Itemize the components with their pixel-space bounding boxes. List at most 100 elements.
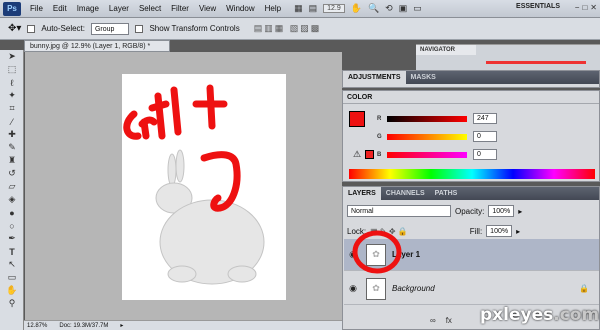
healing-brush-icon[interactable]: ✚ <box>0 128 24 141</box>
eraser-tool-icon[interactable]: ▱ <box>0 180 24 193</box>
menu-window[interactable]: Window <box>221 4 259 13</box>
zoom-tool-icon[interactable]: ⚲ <box>0 297 24 310</box>
screen-mode-icon[interactable]: ▭ <box>413 3 422 14</box>
layer-name[interactable]: Background <box>392 284 435 293</box>
green-value-input[interactable]: 0 <box>473 131 497 142</box>
gamut-warning-icon[interactable]: ⚠ <box>353 149 361 160</box>
status-arrow-icon[interactable]: ▸ <box>120 322 123 329</box>
history-brush-icon[interactable]: ↺ <box>0 167 24 180</box>
menu-file[interactable]: File <box>25 4 48 13</box>
tab-channels[interactable]: CHANNELS <box>381 187 430 200</box>
blur-tool-icon[interactable]: ● <box>0 206 24 219</box>
menu-select[interactable]: Select <box>134 4 166 13</box>
lasso-tool-icon[interactable]: ℓ <box>0 76 24 89</box>
blue-label: B <box>377 151 382 158</box>
tab-layers[interactable]: LAYERS <box>343 187 381 200</box>
grid-icon[interactable]: ▦ <box>294 3 303 14</box>
pen-tool-icon[interactable]: ✒ <box>0 232 24 245</box>
tab-adjustments[interactable]: ADJUSTMENTS <box>343 71 406 84</box>
red-label: R <box>377 115 382 122</box>
menu-filter[interactable]: Filter <box>166 4 194 13</box>
red-value-input[interactable]: 247 <box>473 113 497 124</box>
menu-layer[interactable]: Layer <box>104 4 134 13</box>
photoshop-logo: Ps <box>3 1 21 16</box>
layers-footer: ∞ fx <box>430 316 452 325</box>
link-layers-icon[interactable]: ∞ <box>430 316 436 325</box>
menu-image[interactable]: Image <box>72 4 104 13</box>
tab-paths[interactable]: PATHS <box>430 187 463 200</box>
transform-controls-checkbox[interactable] <box>135 24 144 33</box>
layer-lock-icon: 🔒 <box>579 284 589 293</box>
blend-mode-dropdown[interactable]: Normal <box>347 205 451 217</box>
blue-value-input[interactable]: 0 <box>473 149 497 160</box>
navigator-zoom-slider[interactable] <box>486 61 586 64</box>
fill-arrow-icon[interactable]: ▸ <box>516 227 520 236</box>
foreground-color-swatch[interactable] <box>349 111 365 127</box>
zoom-icon[interactable]: 🔍 <box>368 3 379 14</box>
zoom-level-select[interactable]: 12.9 <box>323 4 345 13</box>
eyedropper-icon[interactable]: ⁄ <box>0 115 24 128</box>
extras-icon[interactable]: ▤ <box>309 3 318 14</box>
document-tab[interactable]: bunny.jpg @ 12.9% (Layer 1, RGB/8) * <box>24 40 170 52</box>
magic-wand-icon[interactable]: ✦ <box>0 89 24 102</box>
stamp-tool-icon[interactable]: ♜ <box>0 154 24 167</box>
rotate-icon[interactable]: ⟲ <box>385 3 393 14</box>
maximize-icon[interactable]: □ <box>582 3 587 12</box>
arrange-icon[interactable]: ▣ <box>399 3 408 14</box>
opacity-input[interactable]: 100% <box>488 205 515 217</box>
auto-select-checkbox[interactable] <box>27 24 36 33</box>
menu-bar: Ps File Edit Image Layer Select Filter V… <box>0 0 600 18</box>
status-bar: 12.87% Doc: 19.3M/37.7M ▸ <box>24 320 342 330</box>
menu-edit[interactable]: Edit <box>48 4 72 13</box>
layer-thumbnail: ✿ <box>366 277 386 300</box>
opacity-label: Opacity: <box>455 206 485 216</box>
close-icon[interactable]: ✕ <box>590 3 597 12</box>
bunny-image <box>155 149 265 285</box>
dodge-tool-icon[interactable]: ○ <box>0 219 24 232</box>
color-panel: COLOR ⚠ R 247 G 0 B 0 <box>342 90 600 182</box>
layer-row-background[interactable]: ◉ ✿ Background 🔒 <box>344 273 599 305</box>
tab-navigator[interactable]: NAVIGATOR <box>416 45 476 55</box>
canvas-artwork <box>123 84 265 285</box>
transform-controls-label: Show Transform Controls <box>149 24 240 33</box>
fill-input[interactable]: 100% <box>486 225 513 237</box>
menu-help[interactable]: Help <box>260 4 286 13</box>
opacity-arrow-icon[interactable]: ▸ <box>518 207 522 216</box>
minimize-icon[interactable]: − <box>575 3 580 12</box>
tab-masks[interactable]: MASKS <box>406 71 441 84</box>
toolbox: ➤ ⬚ ℓ ✦ ⌗ ⁄ ✚ ✎ ♜ ↺ ▱ ◈ ● ○ ✒ T ↖ ▭ ✋ ⚲ <box>0 50 24 330</box>
move-tool-icon[interactable]: ➤ <box>0 50 24 63</box>
canvas[interactable] <box>122 74 286 300</box>
color-spectrum-bar[interactable] <box>349 169 595 179</box>
type-tool-icon[interactable]: T <box>0 245 24 258</box>
shape-tool-icon[interactable]: ▭ <box>0 271 24 284</box>
blue-slider[interactable] <box>387 151 467 158</box>
paint-bucket-icon[interactable]: ◈ <box>0 193 24 206</box>
red-slider[interactable] <box>387 115 467 122</box>
hand-icon[interactable]: ✋ <box>351 3 362 14</box>
crop-tool-icon[interactable]: ⌗ <box>0 102 24 115</box>
red-circle-annotation <box>352 230 402 274</box>
auto-select-label: Auto-Select: <box>41 24 85 33</box>
options-bar: ✥▾ Auto-Select: Group Show Transform Con… <box>0 18 600 40</box>
document-size: Doc: 19.3M/37.7M <box>59 322 109 329</box>
watermark: pxleyes.com <box>480 305 599 325</box>
path-select-icon[interactable]: ↖ <box>0 258 24 271</box>
brush-tool-icon[interactable]: ✎ <box>0 141 24 154</box>
hand-tool-icon[interactable]: ✋ <box>0 284 24 297</box>
visibility-eye-icon[interactable]: ◉ <box>344 283 362 294</box>
marquee-tool-icon[interactable]: ⬚ <box>0 63 24 76</box>
zoom-percentage[interactable]: 12.87% <box>27 323 47 329</box>
web-safe-swatch[interactable] <box>365 150 374 159</box>
watermark-suffix: .com <box>553 305 600 325</box>
menu-view[interactable]: View <box>194 4 221 13</box>
layer-style-icon[interactable]: fx <box>446 316 452 325</box>
green-label: G <box>377 133 382 140</box>
fill-label: Fill: <box>469 226 483 236</box>
align-icons[interactable]: ▤▥▦ ▧▨▩ <box>254 23 322 34</box>
color-panel-title[interactable]: COLOR <box>343 91 599 104</box>
green-slider[interactable] <box>387 133 467 140</box>
workspace-switcher[interactable]: ESSENTIALS <box>516 3 560 10</box>
auto-select-dropdown[interactable]: Group <box>90 22 130 35</box>
move-tool-icon[interactable]: ✥▾ <box>8 23 21 34</box>
